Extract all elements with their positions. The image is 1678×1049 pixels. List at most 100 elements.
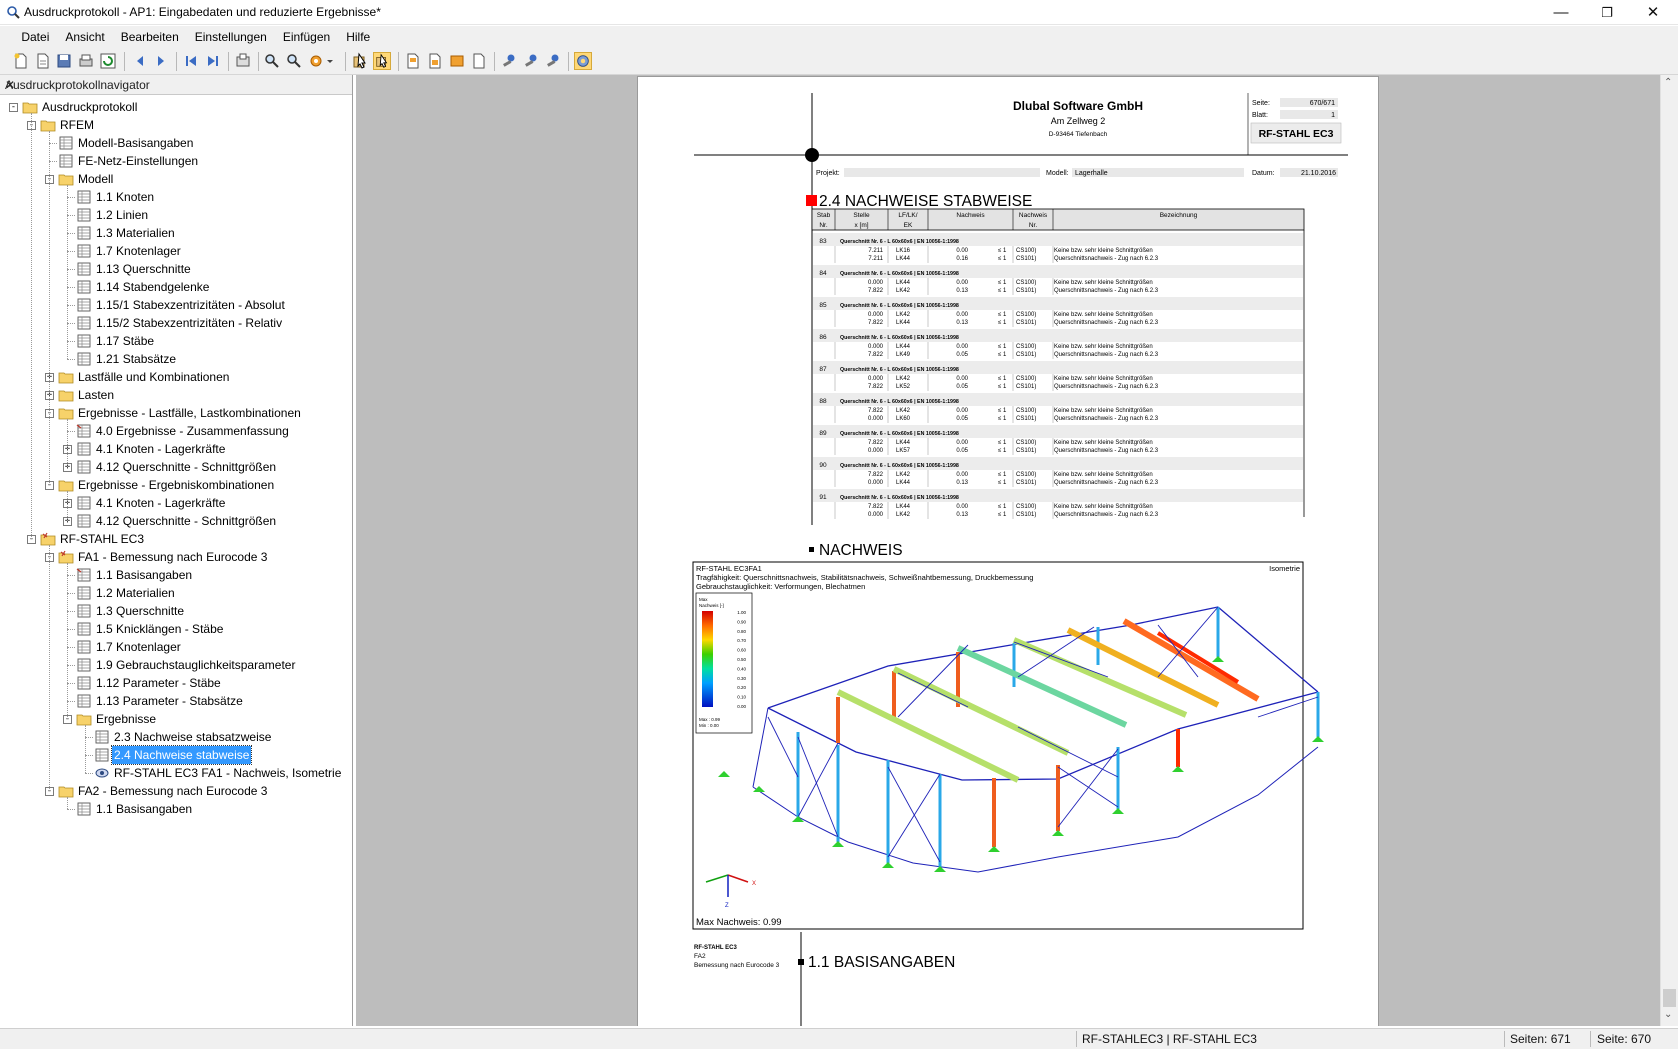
scroll-down-icon[interactable]: ⌄ [1664, 1009, 1672, 1020]
window-title: Ausdruckprotokoll - AP1: Eingabedaten un… [24, 5, 381, 19]
tree-item[interactable]: - Ergebnisse [0, 710, 350, 728]
page-setup-icon[interactable] [234, 52, 252, 70]
tree-item[interactable]: 1.7 Knotenlager [0, 242, 350, 260]
menu-ansicht[interactable]: Ansicht [57, 26, 112, 48]
table-cell: Keine bzw. sehr kleine Schnittgrößen [1054, 312, 1153, 318]
next-page-icon[interactable] [152, 52, 170, 70]
wrench-icon[interactable] [544, 52, 562, 70]
tree-item[interactable]: 4.0 Ergebnisse - Zusammenfassung [0, 422, 350, 440]
tree-item[interactable]: 2.4 Nachweise stabweise [0, 745, 350, 765]
tree-item[interactable]: - Modell [0, 170, 350, 188]
last-page-icon[interactable] [204, 52, 222, 70]
hand-cursor-icon[interactable] [373, 52, 391, 70]
tree-item[interactable]: + Lastfälle und Kombinationen [0, 368, 350, 386]
print-icon[interactable] [77, 52, 95, 70]
tree-item[interactable]: FE-Netz-Einstellungen [0, 152, 350, 170]
tree-item[interactable]: + Lasten [0, 386, 350, 404]
search-icon[interactable] [263, 52, 281, 70]
tree-item[interactable]: - Ausdruckprotokoll [0, 98, 350, 116]
tree-item[interactable]: - FA1 - Bemessung nach Eurocode 3 [0, 548, 350, 566]
close-button[interactable]: ✕ [1630, 0, 1676, 25]
vertical-scrollbar[interactable]: ⌃ ⌄ [1660, 75, 1678, 1026]
tree-connector [49, 143, 57, 144]
tree-item[interactable]: 1.15/2 Stabexzentrizitäten - Relativ [0, 314, 350, 332]
tree-item[interactable]: 1.5 Knicklängen - Stäbe [0, 620, 350, 638]
table-cell: LK42 [896, 512, 911, 518]
tree-item[interactable]: RF-STAHL EC3 FA1 - Nachweis, Isometrie [0, 764, 350, 782]
tree-item[interactable]: 1.13 Querschnitte [0, 260, 350, 278]
insert-graphic-icon[interactable] [448, 52, 466, 70]
tree-item-label: 4.12 Querschnitte - Schnittgrößen [96, 514, 277, 528]
tree-item[interactable]: +4.1 Knoten - Lagerkräfte [0, 440, 350, 458]
tree-item-label: 1.13 Querschnitte [96, 262, 191, 276]
tree-item[interactable]: 1.1 Knoten [0, 188, 350, 206]
chevron-down-icon[interactable] [325, 52, 335, 70]
collapse-toggle-icon[interactable]: - [9, 103, 18, 112]
tree-item[interactable]: Modell-Basisangaben [0, 134, 350, 152]
tree-connector [67, 251, 75, 252]
tree-item[interactable]: 1.1 Basisangaben [0, 800, 350, 818]
tree-item[interactable]: +4.12 Querschnitte - Schnittgrößen [0, 458, 350, 476]
tree-item[interactable]: 1.12 Parameter - Stäbe [0, 674, 350, 692]
table-cell: ≤ 1 [998, 472, 1007, 478]
tree-item[interactable]: 1.9 Gebrauchstauglichkeitsparameter [0, 656, 350, 674]
restore-button[interactable]: ❐ [1584, 0, 1630, 25]
tree-item[interactable]: 1.7 Knotenlager [0, 638, 350, 656]
select-cursor-icon[interactable] [351, 52, 369, 70]
new-document-icon[interactable] [12, 52, 30, 70]
first-page-icon[interactable] [182, 52, 200, 70]
tree-item[interactable]: - RF-STAHL EC3 [0, 530, 350, 548]
menu-einstellungen[interactable]: Einstellungen [187, 26, 275, 48]
help-globe-icon[interactable] [574, 52, 592, 70]
tree-item-label: Ergebnisse [96, 712, 157, 726]
close-icon: ✕ [1646, 4, 1660, 21]
column-header: Nachweis [956, 212, 985, 219]
refresh-icon[interactable] [99, 52, 117, 70]
menu-einfuegen[interactable]: Einfügen [275, 26, 338, 48]
tree-item[interactable]: 1.3 Materialien [0, 224, 350, 242]
column-header: Stab [817, 212, 831, 219]
save-icon[interactable] [55, 52, 73, 70]
tree-item[interactable]: 1.17 Stäbe [0, 332, 350, 350]
tree-item[interactable]: 1.15/1 Stabexzentrizitäten - Absolut [0, 296, 350, 314]
minimize-button[interactable]: — [1538, 0, 1584, 25]
legend-value: 0.60 [737, 648, 746, 653]
zoom-icon[interactable] [285, 52, 303, 70]
menu-datei[interactable]: Datei [13, 26, 57, 48]
table-cell: 7.822 [868, 408, 884, 414]
insert-header-icon[interactable] [404, 52, 422, 70]
table-icon [76, 352, 92, 366]
tree-item[interactable]: 1.13 Parameter - Stabsätze [0, 692, 350, 710]
table-cell: Querschnittsnachweis - Zug nach 6.2.3 [1054, 512, 1159, 518]
tools-icon[interactable] [522, 52, 540, 70]
open-document-icon[interactable] [34, 52, 52, 70]
insert-page-icon[interactable] [470, 52, 488, 70]
tree-item[interactable]: 1.14 Stabendgelenke [0, 278, 350, 296]
tree-item[interactable]: - RFEM [0, 116, 350, 134]
previous-page-icon[interactable] [131, 52, 149, 70]
tree-item[interactable]: 1.1 Basisangaben [0, 566, 350, 584]
stab-number: 83 [819, 238, 827, 245]
tree-item[interactable]: +4.12 Querschnitte - Schnittgrößen [0, 512, 350, 530]
tree-item[interactable]: 1.21 Stabsätze [0, 350, 350, 368]
print-preview-area[interactable]: Dlubal Software GmbH Am Zellweg 2 D-9346… [356, 75, 1660, 1026]
properties-icon[interactable] [500, 52, 518, 70]
status-current-page: Seite: 670 [1597, 1032, 1652, 1046]
navigator-close-icon[interactable]: ✕ [5, 78, 346, 92]
tree-item[interactable]: - FA2 - Bemessung nach Eurocode 3 [0, 782, 350, 800]
scroll-up-icon[interactable]: ⌃ [1664, 77, 1672, 88]
tree-connector [67, 797, 68, 809]
tree-item[interactable]: 1.2 Linien [0, 206, 350, 224]
scroll-thumb[interactable] [1663, 989, 1676, 1007]
tree-item[interactable]: +4.1 Knoten - Lagerkräfte [0, 494, 350, 512]
tree-item-label: FA1 - Bemessung nach Eurocode 3 [78, 550, 268, 564]
menu-hilfe[interactable]: Hilfe [338, 26, 378, 48]
settings-gear-icon[interactable] [307, 52, 325, 70]
tree-item[interactable]: 2.3 Nachweise stabsatzweise [0, 728, 350, 746]
tree-item[interactable]: 1.3 Querschnitte [0, 602, 350, 620]
tree-item[interactable]: - Ergebnisse - Ergebniskombinationen [0, 476, 350, 494]
insert-text-icon[interactable] [426, 52, 444, 70]
menu-bearbeiten[interactable]: Bearbeiten [113, 26, 187, 48]
tree-item[interactable]: 1.2 Materialien [0, 584, 350, 602]
tree-item[interactable]: - Ergebnisse - Lastfälle, Lastkombination… [0, 404, 350, 422]
